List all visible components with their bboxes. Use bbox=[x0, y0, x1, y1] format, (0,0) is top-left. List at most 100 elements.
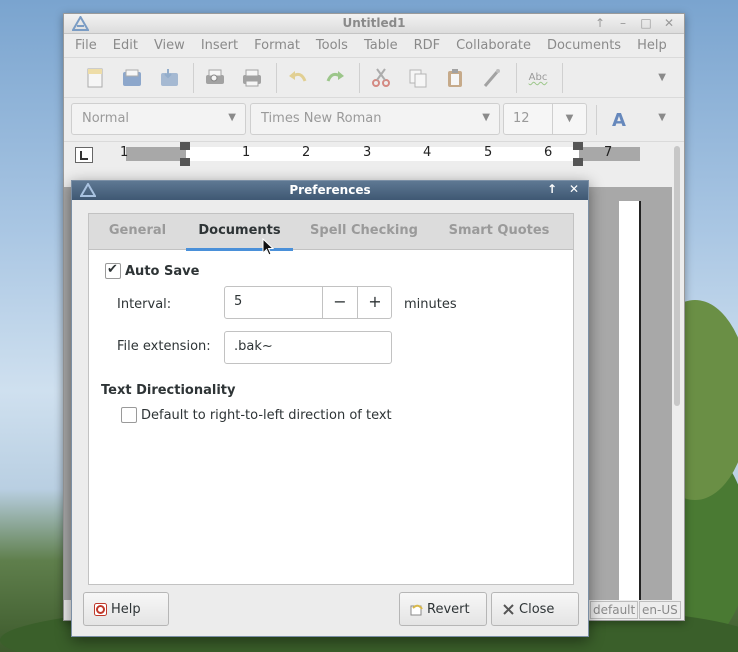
toolbar-overflow-arrow-icon[interactable]: ▼ bbox=[658, 72, 666, 83]
ruler-number: 7 bbox=[604, 145, 613, 160]
new-document-icon[interactable] bbox=[80, 63, 110, 93]
menu-collaborate[interactable]: Collaborate bbox=[456, 38, 531, 53]
right-indent-marker[interactable] bbox=[573, 142, 583, 150]
revert-button-label: Revert bbox=[427, 601, 470, 617]
help-button[interactable]: Help bbox=[83, 592, 169, 626]
menu-rdf[interactable]: RDF bbox=[414, 38, 441, 53]
close-window-button[interactable]: ✕ bbox=[662, 15, 676, 31]
vertical-scrollbar[interactable] bbox=[674, 146, 680, 406]
ruler-number: 1 bbox=[242, 145, 251, 160]
ruler-strip[interactable] bbox=[126, 147, 640, 161]
dialog-title: Preferences bbox=[289, 183, 371, 197]
menu-tools[interactable]: Tools bbox=[316, 38, 348, 53]
interval-spinbutton[interactable]: 5 − + bbox=[224, 286, 392, 319]
status-page-style: default bbox=[590, 601, 639, 619]
style-combo[interactable]: Normal ▼ bbox=[71, 103, 246, 135]
text-directionality-heading: Text Directionality bbox=[101, 383, 236, 398]
close-button[interactable]: Close bbox=[491, 592, 579, 626]
menu-documents[interactable]: Documents bbox=[547, 38, 621, 53]
menu-table[interactable]: Table bbox=[364, 38, 398, 53]
menu-edit[interactable]: Edit bbox=[113, 38, 138, 53]
print-icon[interactable] bbox=[237, 63, 267, 93]
toolbar-separator bbox=[359, 62, 360, 93]
tab-documents[interactable]: Documents bbox=[186, 214, 293, 251]
revert-icon bbox=[410, 604, 423, 615]
font-color-icon[interactable]: A bbox=[609, 108, 631, 130]
file-extension-value: .bak~ bbox=[234, 339, 273, 354]
ruler: 1 1 2 3 4 5 6 7 bbox=[64, 142, 684, 166]
increment-button[interactable]: + bbox=[357, 287, 392, 318]
left-indent-marker[interactable] bbox=[180, 142, 190, 150]
window-titlebar[interactable]: Untitled1 ↑ – □ ✕ bbox=[64, 14, 684, 34]
spellcheck-icon[interactable]: Abc bbox=[523, 63, 553, 93]
keep-above-button[interactable]: ↑ bbox=[593, 15, 607, 31]
style-value: Normal bbox=[82, 111, 130, 126]
ruler-number: 3 bbox=[363, 145, 372, 160]
rtl-label: Default to right-to-left direction of te… bbox=[141, 408, 392, 423]
close-dialog-button[interactable]: ✕ bbox=[568, 182, 580, 196]
format-painter-icon[interactable] bbox=[477, 63, 507, 93]
chevron-down-icon: ▼ bbox=[482, 112, 490, 123]
save-icon[interactable] bbox=[154, 63, 184, 93]
rtl-checkbox[interactable] bbox=[121, 407, 137, 423]
font-size-combo[interactable]: 12 ▼ bbox=[503, 103, 587, 135]
ruler-number: 2 bbox=[302, 145, 311, 160]
mouse-pointer-icon bbox=[262, 238, 274, 256]
tab-spell-checking[interactable]: Spell Checking bbox=[293, 214, 435, 250]
revert-button[interactable]: Revert bbox=[399, 592, 487, 626]
menubar: File Edit View Insert Format Tools Table… bbox=[64, 34, 684, 57]
maximize-button[interactable]: □ bbox=[639, 15, 653, 31]
font-color-dropdown-icon[interactable]: ▼ bbox=[658, 112, 666, 123]
paste-icon[interactable] bbox=[440, 63, 470, 93]
redo-icon[interactable] bbox=[320, 63, 350, 93]
toolbar-separator bbox=[193, 62, 194, 93]
window-title: Untitled1 bbox=[342, 16, 406, 30]
ruler-number: 1 bbox=[120, 145, 129, 160]
document-page[interactable] bbox=[619, 201, 641, 601]
decrement-button[interactable]: − bbox=[322, 287, 357, 318]
menu-insert[interactable]: Insert bbox=[201, 38, 238, 53]
close-button-label: Close bbox=[519, 601, 555, 617]
font-combo[interactable]: Times New Roman ▼ bbox=[250, 103, 500, 135]
auto-save-checkbox[interactable] bbox=[105, 262, 121, 279]
menu-view[interactable]: View bbox=[154, 38, 185, 53]
file-extension-input[interactable]: .bak~ bbox=[224, 331, 392, 364]
file-extension-label: File extension: bbox=[117, 339, 211, 354]
preferences-dialog: Preferences ↑ ✕ General Documents Spell … bbox=[71, 180, 589, 637]
dialog-titlebar[interactable]: Preferences ↑ ✕ bbox=[72, 181, 588, 200]
close-icon bbox=[503, 603, 514, 615]
toolbar-separator bbox=[562, 62, 563, 93]
menu-help[interactable]: Help bbox=[637, 38, 667, 53]
ruler-number: 5 bbox=[484, 145, 493, 160]
toolbar-separator bbox=[276, 62, 277, 93]
tab-general[interactable]: General bbox=[89, 214, 186, 250]
help-button-label: Help bbox=[111, 601, 141, 617]
toolbar-separator bbox=[596, 105, 597, 135]
menu-file[interactable]: File bbox=[75, 38, 97, 53]
keep-above-button[interactable]: ↑ bbox=[546, 182, 558, 196]
tab-stop-selector[interactable] bbox=[75, 147, 93, 163]
chevron-down-icon[interactable]: ▼ bbox=[552, 104, 586, 134]
print-preview-icon[interactable] bbox=[200, 63, 230, 93]
ruler-margin-left bbox=[126, 147, 186, 161]
minimize-button[interactable]: – bbox=[616, 15, 630, 31]
standard-toolbar: Abc ▼ bbox=[64, 57, 684, 98]
spellcheck-text: Abc bbox=[528, 72, 548, 83]
auto-save-label: Auto Save bbox=[125, 264, 200, 279]
open-icon[interactable] bbox=[117, 63, 147, 93]
copy-icon[interactable] bbox=[403, 63, 433, 93]
help-lifebuoy-icon bbox=[94, 602, 107, 616]
right-indent-marker[interactable] bbox=[573, 158, 583, 166]
menu-format[interactable]: Format bbox=[254, 38, 300, 53]
toolbar-separator bbox=[516, 62, 517, 93]
left-indent-marker[interactable] bbox=[180, 158, 190, 166]
chevron-down-icon: ▼ bbox=[228, 112, 236, 123]
font-color-glyph: A bbox=[612, 110, 626, 130]
interval-value: 5 bbox=[234, 294, 243, 309]
undo-icon[interactable] bbox=[283, 63, 313, 93]
cut-icon[interactable] bbox=[366, 63, 396, 93]
tab-bar: General Documents Spell Checking Smart Q… bbox=[89, 214, 573, 251]
font-value: Times New Roman bbox=[261, 111, 382, 126]
tab-smart-quotes[interactable]: Smart Quotes bbox=[435, 214, 563, 250]
interval-unit-label: minutes bbox=[404, 297, 457, 312]
